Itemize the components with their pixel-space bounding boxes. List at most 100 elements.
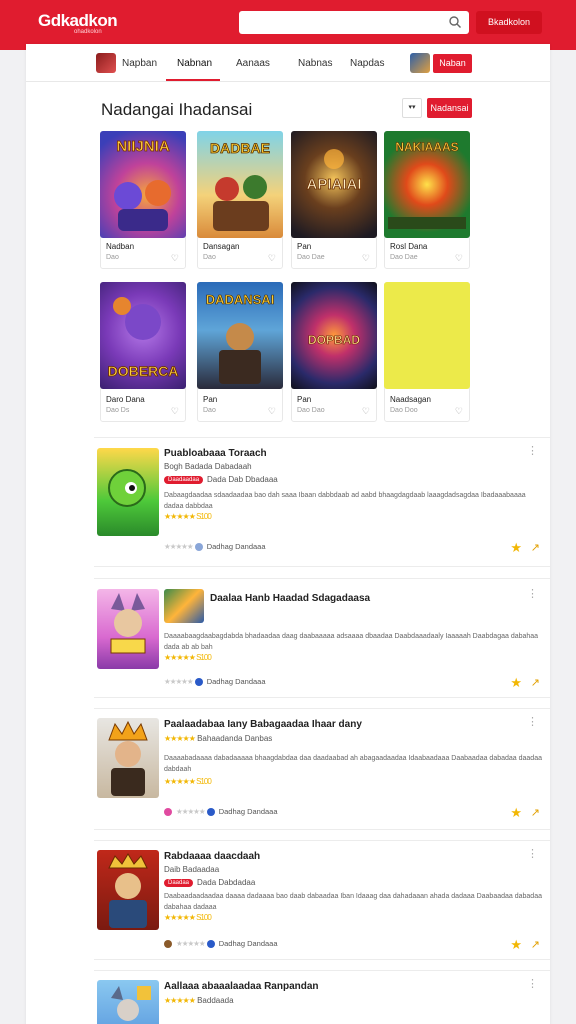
thumbs-icon[interactable]: ♡ xyxy=(171,253,179,264)
tile-meta: Dao Ds xyxy=(106,407,130,414)
star-icon[interactable]: ★ xyxy=(510,540,522,556)
row-meta-text: Bahaadanda Danbas xyxy=(197,734,273,743)
nav-item-3[interactable]: Aanaas xyxy=(236,58,270,69)
thumbs-icon[interactable]: ♡ xyxy=(362,253,370,264)
row-footer: ★★★★★ Dadhag Dandaaa xyxy=(164,677,266,687)
game-tile[interactable]: DOPBAD Pan Dao Dao ♡ xyxy=(291,282,377,422)
game-thumbnail xyxy=(97,850,159,930)
rating-stars: ★★★★★ S100 xyxy=(164,653,212,662)
row-badge-line: Daadaadaa Dada Dab Dbadaaa xyxy=(164,475,278,484)
row-footer-text: Dadhag Dandaaa xyxy=(206,542,266,551)
more-vertical-icon[interactable]: ⋮ xyxy=(527,587,538,600)
game-tile[interactable]: Naadsagan Dao Doo ♡ xyxy=(384,282,470,422)
game-tile[interactable]: DADBAE Dansagan Dao ♡ xyxy=(197,131,283,269)
row-title[interactable]: Rabdaaaa daacdaah xyxy=(164,851,260,862)
row-badge-line: Daadaa Dada Dabdadaa xyxy=(164,878,255,887)
nav-item-2[interactable]: Nabnan xyxy=(177,58,212,69)
rating-stars-icon: ★★★★★ xyxy=(164,734,196,743)
more-vertical-icon[interactable]: ⋮ xyxy=(527,847,538,860)
svg-text:APIAIAI: APIAIAI xyxy=(306,176,361,193)
rating-stars: ★★★★★ S100 xyxy=(164,777,212,786)
star-icon[interactable]: ★ xyxy=(510,675,522,691)
more-vertical-icon[interactable]: ⋮ xyxy=(527,715,538,728)
row-title[interactable]: Daalaa Hanb Haadad Sdagadaasa xyxy=(210,593,370,604)
row-title[interactable]: Paalaadabaa Iany Babagaadaa Ihaar dany xyxy=(164,719,362,730)
row-title[interactable]: Aallaaa abaaalaadaa Ranpandan xyxy=(164,981,319,992)
game-cover-art: NAKIAAAS xyxy=(384,131,470,238)
site-logo[interactable]: Gdkadkon xyxy=(38,11,118,31)
svg-text:DADBAE: DADBAE xyxy=(210,140,270,156)
main-nav: Napban Nabnan Aanaas Nabnas Napdas Naban xyxy=(26,44,550,82)
share-icon[interactable]: ↗ xyxy=(531,938,540,951)
rating-stars-icon: ★★★★★ xyxy=(176,807,206,816)
search-input[interactable] xyxy=(239,11,469,34)
row-footer: ★★★★★ Dadhag Dandaaa xyxy=(164,939,278,949)
row-rating: ★★★★★ S100 xyxy=(164,913,212,922)
share-icon[interactable]: ↗ xyxy=(531,806,540,819)
active-tab-indicator xyxy=(166,79,220,81)
list-item[interactable]: Daalaa Hanb Haadad Sdagadaasa Daaaabaagd… xyxy=(94,578,550,698)
game-tile[interactable]: NIIJNIA Nadban Dao ♡ xyxy=(100,131,186,269)
game-tile[interactable]: APIAIAI Pan Dao Dae ♡ xyxy=(291,131,377,269)
search-icon[interactable] xyxy=(448,15,462,29)
game-thumbnail xyxy=(97,980,159,1024)
tile-meta: Dao Dae xyxy=(390,254,418,261)
thumbs-icon[interactable]: ♡ xyxy=(171,406,179,417)
publisher-icon xyxy=(206,808,215,817)
more-vertical-icon[interactable]: ⋮ xyxy=(527,977,538,990)
row-meta: Bogh Badada Dabadaah xyxy=(164,462,252,471)
game-tile[interactable]: NAKIAAAS Rosl Dana Dao Dae ♡ xyxy=(384,131,470,269)
row-footer-text: Dadhag Dandaaa xyxy=(206,677,266,686)
section-action-button[interactable]: Nadansai xyxy=(427,98,472,118)
nav-item-5[interactable]: Napdas xyxy=(350,58,384,69)
game-cover-art: NIIJNIA xyxy=(100,131,186,238)
game-thumbnail xyxy=(97,589,159,669)
row-footer: ★★★★★ Dadhag Dandaaa xyxy=(164,807,278,817)
game-tile[interactable]: DADANSAI Pan Dao ♡ xyxy=(197,282,283,422)
share-icon[interactable]: ↗ xyxy=(531,676,540,689)
list-item[interactable]: Rabdaaaa daacdaah Daib Badaadaa Daadaa Da… xyxy=(94,840,550,960)
star-icon[interactable]: ★ xyxy=(510,937,522,953)
status-badge: Daadaa xyxy=(164,878,194,887)
sort-dropdown[interactable]: ▾▾ xyxy=(402,98,422,118)
tile-title: Daro Dana xyxy=(106,395,145,404)
row-rating: ★★★★★ S100 xyxy=(164,777,212,786)
tile-meta: Dao Dao xyxy=(297,407,325,414)
nav-item-4[interactable]: Nabnas xyxy=(298,58,332,69)
publisher-icon xyxy=(206,940,215,949)
site-logo-tagline: ohadkolon xyxy=(74,29,102,35)
list-item[interactable]: Paalaadabaa Iany Babagaadaa Ihaar dany ★… xyxy=(94,708,550,830)
main-content: Napban Nabnan Aanaas Nabnas Napdas Naban… xyxy=(26,44,550,1024)
rating-stars: ★★★★★ S100 xyxy=(164,512,212,521)
thumbs-icon[interactable]: ♡ xyxy=(455,406,463,417)
tile-meta: Dao xyxy=(203,407,216,414)
header-action-button[interactable]: Bkadkolon xyxy=(476,11,542,34)
publisher-icon xyxy=(194,543,203,552)
list-item[interactable]: Aallaaa abaaalaadaa Ranpandan ★★★★★ Badd… xyxy=(94,970,550,1024)
thumbs-icon[interactable]: ♡ xyxy=(362,406,370,417)
row-meta-text: Baddaada xyxy=(197,996,234,1005)
more-vertical-icon[interactable]: ⋮ xyxy=(527,444,538,457)
user-avatar[interactable] xyxy=(96,53,116,73)
status-badge: Daadaadaa xyxy=(164,475,204,484)
thumbs-icon[interactable]: ♡ xyxy=(268,406,276,417)
thumbs-icon[interactable]: ♡ xyxy=(268,253,276,264)
list-item[interactable]: Puabloabaaa Toraach Bogh Badada Dabadaah… xyxy=(94,437,550,567)
thumbs-icon[interactable]: ♡ xyxy=(455,253,463,264)
game-tile[interactable]: DOBERCA Daro Dana Dao Ds ♡ xyxy=(100,282,186,422)
nav-action-button[interactable]: Naban xyxy=(433,54,472,73)
row-title[interactable]: Puabloabaaa Toraach xyxy=(164,448,267,459)
publisher-icon xyxy=(194,678,203,687)
profile-avatar[interactable] xyxy=(410,53,430,73)
row-meta: ★★★★★ Baddaada xyxy=(164,996,234,1005)
tile-meta: Dao Dae xyxy=(297,254,325,261)
rating-stars-icon: ★★★★★ xyxy=(164,677,194,686)
row-description: Daaaabadaaaa dabadaaaaa bhaagdabdaa daa … xyxy=(164,755,542,773)
game-cover-art: DOBERCA xyxy=(100,282,186,389)
share-icon[interactable]: ↗ xyxy=(531,541,540,554)
row-footer-text: Dadhag Dandaaa xyxy=(218,807,278,816)
star-icon[interactable]: ★ xyxy=(510,805,522,821)
nav-item-1[interactable]: Napban xyxy=(122,58,157,69)
rating-stars-icon: ★★★★★ xyxy=(164,996,196,1005)
rating-stars: ★★★★★ S100 xyxy=(164,913,212,922)
